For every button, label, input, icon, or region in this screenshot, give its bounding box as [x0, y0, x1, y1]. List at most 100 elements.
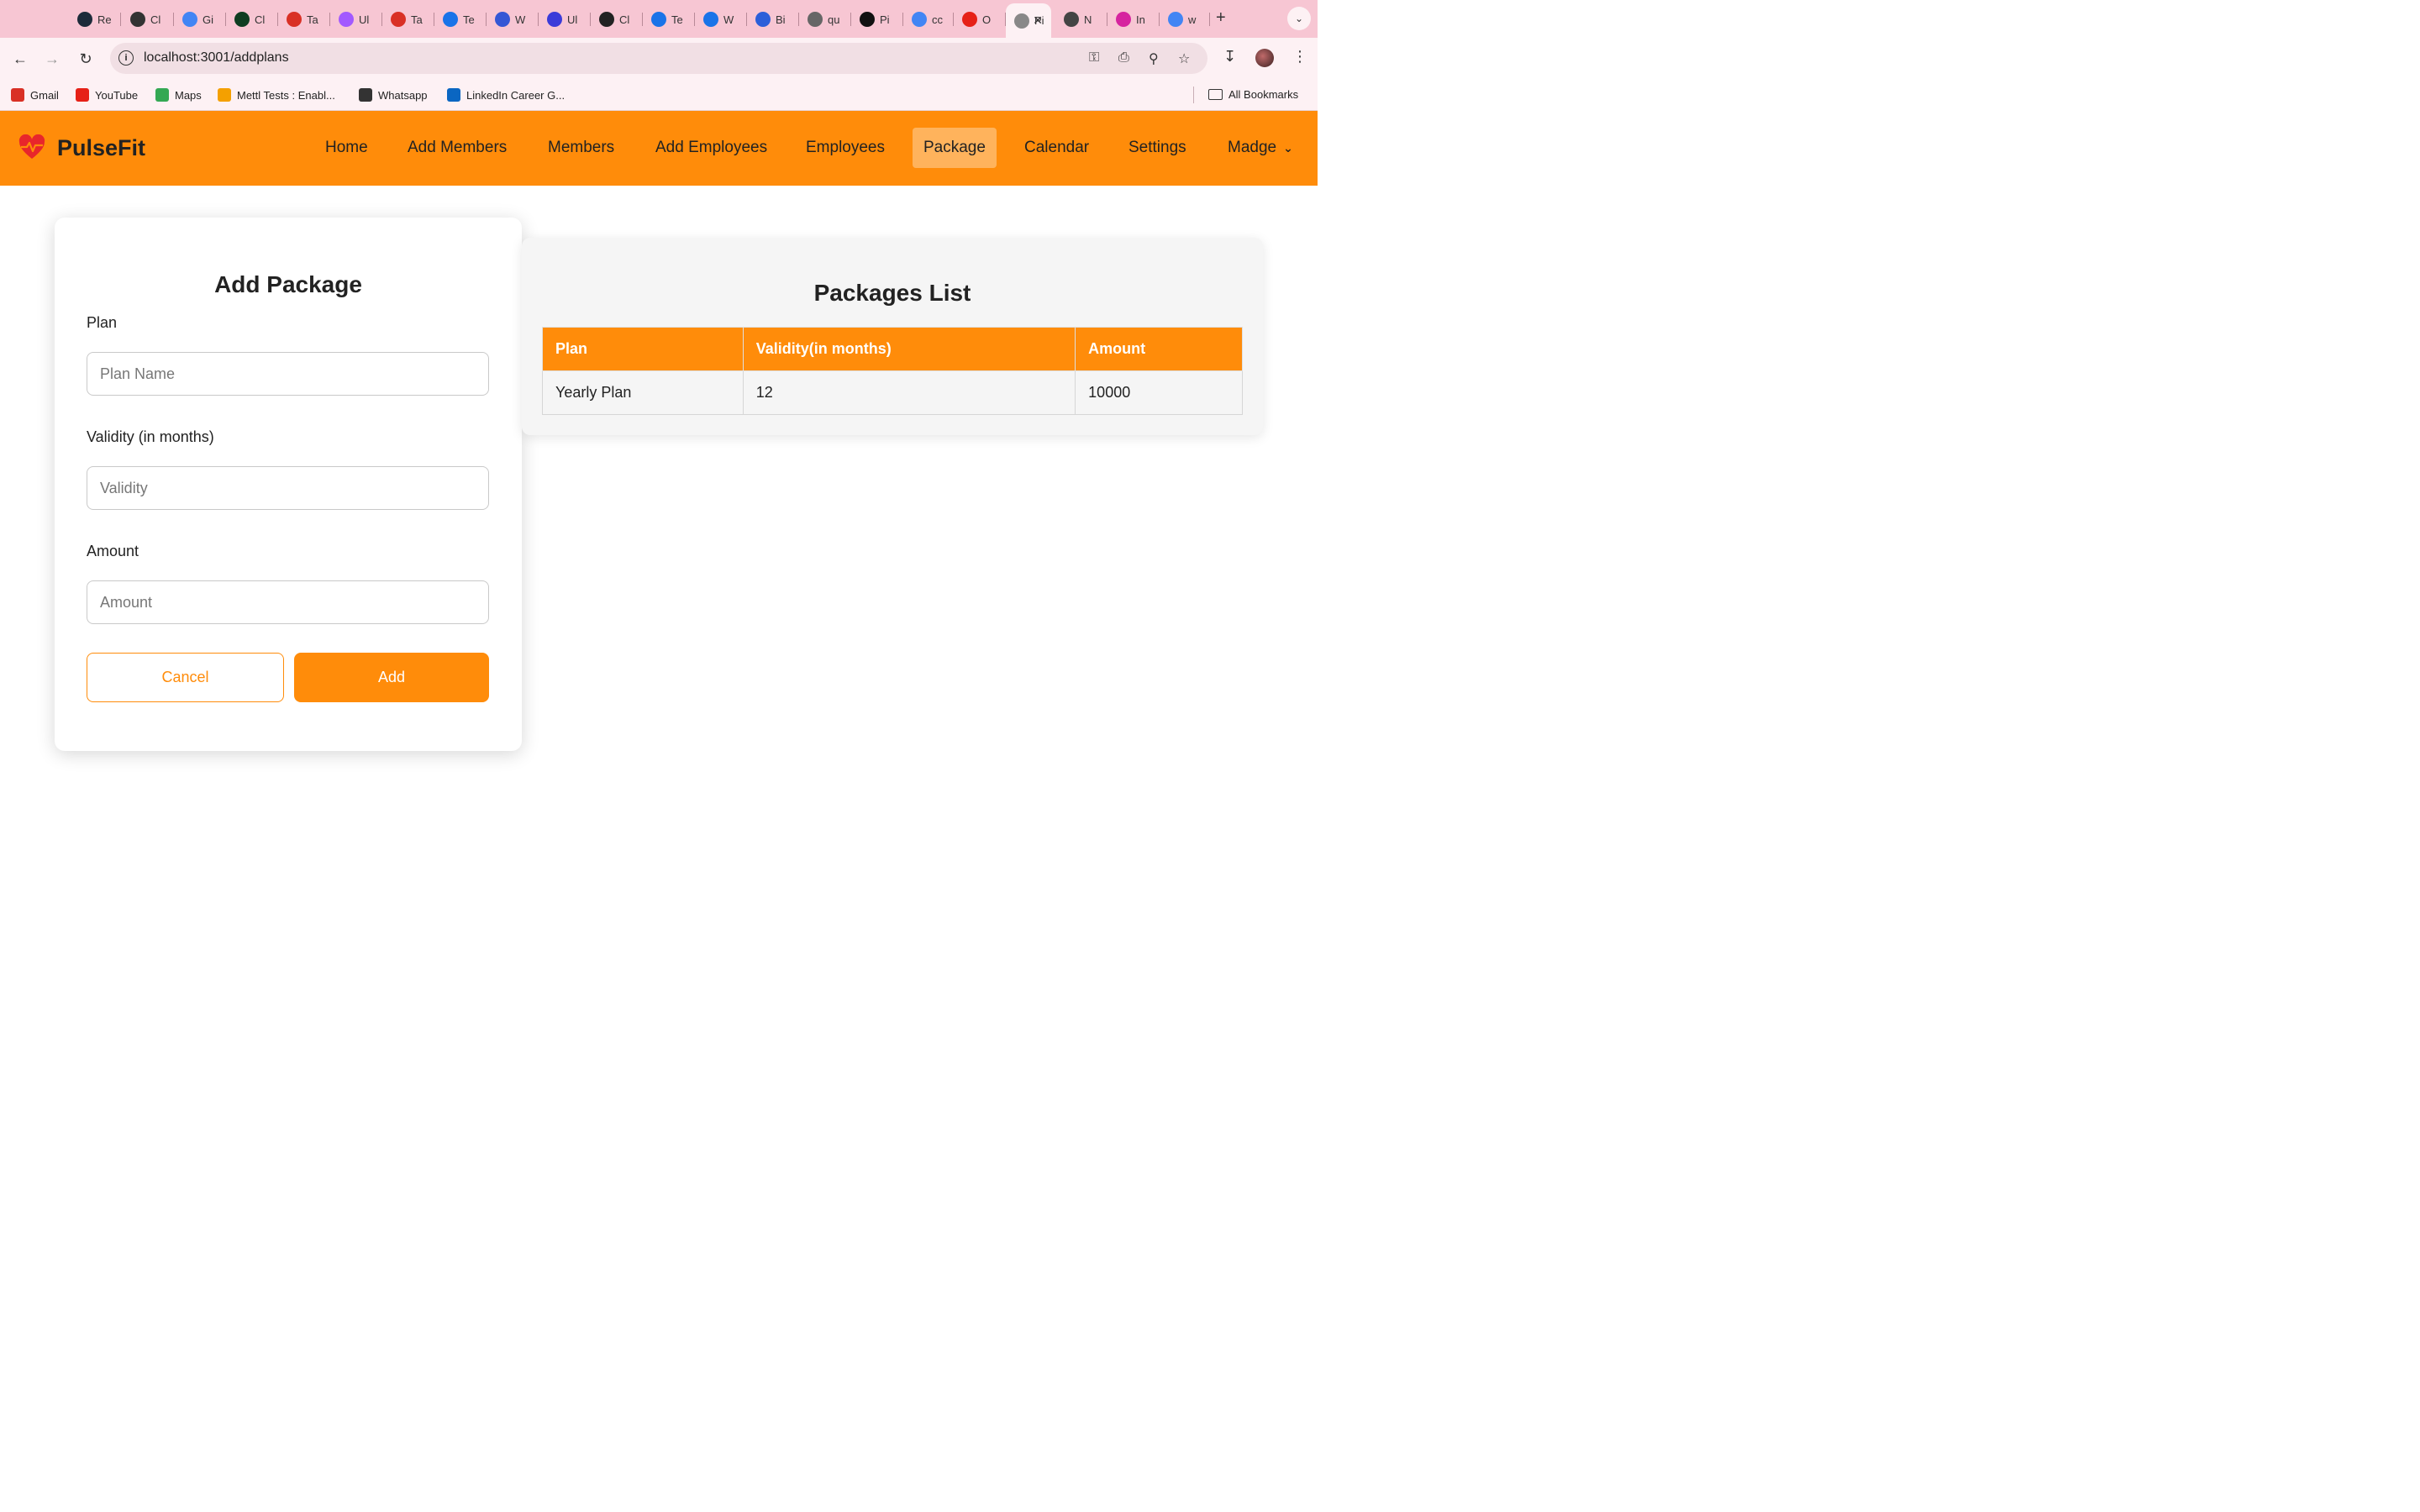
browser-tab[interactable]: Bi [747, 7, 799, 32]
browser-tab[interactable]: Te [434, 7, 487, 32]
browser-tab[interactable]: Re [69, 7, 121, 32]
openai-icon [599, 12, 614, 27]
canva-icon [651, 12, 666, 27]
browser-tab[interactable]: W [487, 7, 539, 32]
app-icon [547, 12, 562, 27]
downloads-icon[interactable]: ↧ [1223, 48, 1236, 66]
browser-tab-title: Ta [411, 13, 423, 26]
nav-item-employees[interactable]: Employees [795, 128, 896, 168]
browser-tab[interactable]: In [1107, 7, 1160, 32]
browser-tab[interactable]: Ta [278, 7, 330, 32]
browser-tab-title: Ul [359, 13, 370, 26]
browser-tab-title: Ul [567, 13, 578, 26]
install-app-icon[interactable]: ⎙ [1118, 50, 1129, 66]
nav-item-calendar[interactable]: Calendar [1013, 128, 1100, 168]
close-tab-icon[interactable]: ✕ [1033, 13, 1043, 28]
browser-tab[interactable]: W [695, 7, 747, 32]
address-bar-url[interactable]: localhost:3001/addplans [144, 50, 289, 66]
gmail-icon [391, 12, 406, 27]
browser-tab-title: Cl [255, 13, 266, 26]
bookmarks-divider [1193, 87, 1194, 103]
browser-tab[interactable]: Ta [382, 7, 434, 32]
new-tab-button[interactable]: + [1216, 8, 1226, 28]
nav-item-add-employees[interactable]: Add Employees [644, 128, 778, 168]
forward-arrow-icon[interactable]: → [41, 48, 63, 70]
nav-item-settings[interactable]: Settings [1118, 128, 1197, 168]
browser-tab[interactable]: Pi ✕ [1006, 3, 1051, 38]
all-bookmarks-button[interactable]: All Bookmarks [1208, 88, 1298, 101]
heart-pulse-icon [18, 134, 45, 159]
canva-icon [443, 12, 458, 27]
browser-tab[interactable]: Te [643, 7, 695, 32]
browser-tab[interactable]: N [1055, 7, 1107, 32]
brand[interactable]: PulseFit [18, 134, 145, 161]
bookmark-label: YouTube [95, 88, 139, 102]
user-menu[interactable]: Madge ⌄ [1217, 128, 1304, 168]
browser-tab-title: Te [671, 13, 683, 26]
bookmark-label: Maps [175, 88, 202, 102]
add-package-title: Add Package [214, 271, 362, 297]
password-key-icon[interactable]: ⚿ [1089, 50, 1099, 66]
browser-tab[interactable]: Cl [591, 7, 643, 32]
cancel-button[interactable]: Cancel [87, 653, 284, 702]
browser-toolbar: ← → ↻ i localhost:3001/addplans ⚿ ⎙ ⚲ ☆ … [0, 38, 1318, 80]
nav-item-home[interactable]: Home [314, 128, 379, 168]
nav-item-package[interactable]: Package [913, 128, 997, 168]
nav-item-add-members[interactable]: Add Members [397, 128, 518, 168]
validity-input[interactable] [87, 466, 489, 510]
profile-avatar[interactable] [1255, 49, 1274, 67]
cell-validity: 12 [742, 370, 1076, 415]
browser-menu-icon[interactable]: ⋮ [1292, 48, 1307, 66]
globe-icon [359, 88, 372, 102]
browser-tab[interactable]: Cl [226, 7, 278, 32]
bookmark-item[interactable]: YouTube [76, 88, 138, 102]
site-info-icon[interactable]: i [118, 50, 134, 66]
youtube-icon [962, 12, 977, 27]
browser-tab[interactable]: Gi [174, 7, 226, 32]
gmail-icon [287, 12, 302, 27]
bookmark-item[interactable]: Gmail [11, 88, 59, 102]
bookmark-item[interactable]: Mettl Tests : Enabl... [218, 88, 335, 102]
browser-tab[interactable]: Pi [851, 7, 903, 32]
bookmark-item[interactable]: LinkedIn Career G... [447, 88, 565, 102]
table-row: Yearly Plan 12 10000 [542, 370, 1243, 415]
figma-icon [339, 12, 354, 27]
bookmark-label: Whatsapp [378, 88, 428, 102]
zoom-icon[interactable]: ⚲ [1149, 50, 1159, 67]
address-bar[interactable]: i localhost:3001/addplans ⚿ ⎙ ⚲ ☆ [110, 43, 1207, 74]
app-navbar: PulseFit Home Add Members Members Add Emplo… [0, 111, 1318, 186]
github-icon [860, 12, 875, 27]
reload-icon[interactable]: ↻ [75, 48, 97, 70]
browser-tab[interactable]: w [1160, 7, 1210, 32]
plan-name-input[interactable] [87, 352, 489, 396]
amount-label: Amount [87, 543, 139, 559]
cell-plan: Yearly Plan [542, 370, 744, 415]
back-arrow-icon[interactable]: ← [9, 48, 31, 70]
youtube-icon [76, 88, 89, 102]
browser-tab[interactable]: qu [799, 7, 851, 32]
nav-item-members[interactable]: Members [537, 128, 625, 168]
bookmark-item[interactable]: Whatsapp [359, 88, 428, 102]
browser-tab-title: cc [932, 13, 943, 26]
add-button[interactable]: Add [294, 653, 489, 702]
browser-tab[interactable]: O [954, 7, 1006, 32]
browser-tab[interactable]: Ul [330, 7, 382, 32]
browser-tab[interactable]: Ul [539, 7, 591, 32]
linkedin-icon [447, 88, 460, 102]
column-header-plan: Plan [542, 327, 744, 371]
browser-tab[interactable]: Cl [122, 7, 174, 32]
table-header-row: Plan Validity(in months) Amount [542, 327, 1243, 371]
tab-search-chevron-icon[interactable]: ⌄ [1287, 7, 1311, 30]
browser-tab-title: Gi [203, 13, 213, 26]
folder-icon [1208, 89, 1223, 100]
mongodb-icon [234, 12, 250, 27]
validity-label: Validity (in months) [87, 428, 214, 445]
openai-icon [130, 12, 145, 27]
browser-tab[interactable]: cc [903, 7, 954, 32]
bookmark-item[interactable]: Maps [155, 88, 202, 102]
bookmark-star-icon[interactable]: ☆ [1178, 50, 1190, 67]
google-icon [808, 12, 823, 27]
amount-input[interactable] [87, 580, 489, 624]
column-header-validity: Validity(in months) [742, 327, 1076, 371]
tab-separator [120, 13, 121, 26]
